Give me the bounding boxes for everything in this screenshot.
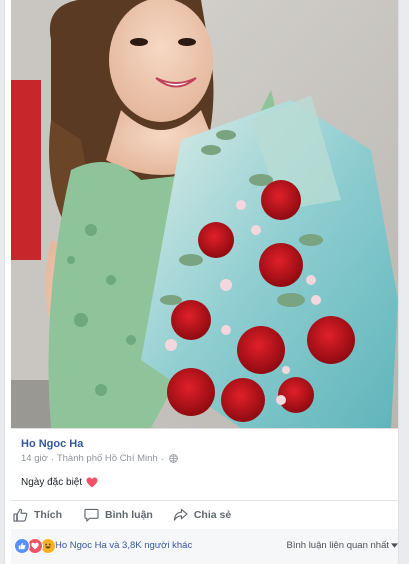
comment-label: Bình luận xyxy=(105,509,153,521)
comment-icon xyxy=(84,508,99,522)
comment-sort-dropdown[interactable]: Bình luận liên quan nhất xyxy=(287,540,398,551)
author-name[interactable]: Ho Ngoc Ha xyxy=(21,438,83,450)
share-icon xyxy=(173,508,188,521)
post-header: Ho Ngoc Ha 14 giờ · Thành phố Hồ Chí Min… xyxy=(11,428,398,501)
reactions-bar: Ho Ngoc Ha và 3,8K người khác Bình luận … xyxy=(11,529,398,564)
post-message: Ngày đặc biệt xyxy=(21,477,83,488)
like-label: Thích xyxy=(34,509,62,521)
reaction-icons[interactable] xyxy=(14,538,56,554)
meta-separator: · xyxy=(50,453,54,464)
like-button[interactable]: Thích xyxy=(13,508,62,522)
reaction-summary[interactable]: Ho Ngoc Ha và 3,8K người khác xyxy=(55,540,192,551)
like-icon xyxy=(14,538,30,554)
chevron-down-icon xyxy=(391,543,398,548)
heart-icon xyxy=(86,477,98,488)
share-label: Chia sẻ xyxy=(193,509,232,521)
post-time[interactable]: 14 giờ xyxy=(21,453,48,464)
share-button[interactable]: Chia sẻ xyxy=(173,508,231,522)
post-location[interactable]: Thành phố Hồ Chí Minh xyxy=(57,453,158,464)
post-card: Ho Ngoc Ha 14 giờ · Thành phố Hồ Chí Min… xyxy=(4,0,399,564)
post-text: Ngày đặc biệt xyxy=(21,477,98,488)
comment-sort-label: Bình luận liên quan nhất xyxy=(286,540,389,551)
comment-button[interactable]: Bình luận xyxy=(84,508,153,522)
meta-separator-2: · xyxy=(160,453,164,464)
post-photo[interactable] xyxy=(11,0,398,428)
globe-icon[interactable] xyxy=(168,454,178,463)
thumbs-up-icon xyxy=(13,508,28,522)
post-meta: 14 giờ · Thành phố Hồ Chí Minh · xyxy=(21,453,178,464)
action-bar: Thích Bình luận Chia sẻ xyxy=(11,500,398,530)
